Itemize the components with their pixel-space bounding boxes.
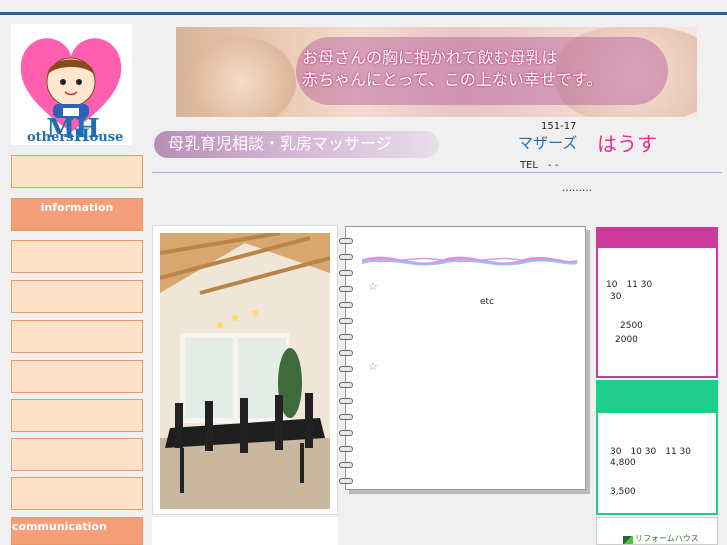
spiral-ring: [339, 334, 353, 340]
sidebar-item-label: communication: [12, 520, 107, 533]
green-line-1: 30 10 30 11 30: [610, 447, 691, 457]
site-logo[interactable]: MH othersHouse: [11, 24, 132, 146]
reform-house-icon: [623, 536, 633, 544]
pricing-panel-green: 30 10 30 11 30 4,800 3,500: [596, 380, 718, 515]
header-divider: [152, 172, 722, 173]
star-icon: ☆: [368, 360, 378, 373]
phone-number: TEL - -: [520, 160, 559, 171]
sidebar-item-8[interactable]: [11, 438, 143, 471]
ribbon-decoration: [362, 256, 578, 266]
spiral-ring: [339, 414, 353, 420]
green-line-3: 3,500: [610, 487, 636, 497]
spiral-ring: [339, 238, 353, 244]
spiral-ring: [339, 350, 353, 356]
star-icon: ☆: [368, 280, 378, 293]
sidebar-item-communication[interactable]: communication: [11, 517, 143, 545]
pink-line-3: 2500: [620, 321, 643, 331]
pricing-panel-pink: 10 11 30 30 2500 2000: [596, 227, 718, 378]
brand-name-hiragana: はうす: [597, 132, 657, 156]
brand-name-katakana: マザーズ: [518, 134, 578, 152]
spiral-ring: [339, 270, 353, 276]
notebook-etc-text: etc: [480, 297, 495, 307]
postal-code: 151-17: [541, 121, 577, 132]
sidebar-item-3[interactable]: [11, 240, 143, 273]
ellipsis-text: ………: [562, 183, 592, 194]
sidebar-item-4[interactable]: [11, 280, 143, 313]
pink-line-4: 2000: [615, 335, 638, 345]
spiral-ring: [339, 430, 353, 436]
sidebar-item-7[interactable]: [11, 399, 143, 432]
hero-banner: お母さんの胸に抱かれて飲む母乳は 赤ちゃんにとって、この上ない幸せです。: [176, 27, 697, 117]
sidebar-item-9[interactable]: [11, 477, 143, 510]
spiral-ring: [339, 302, 353, 308]
banner-caption: お母さんの胸に抱かれて飲む母乳は 赤ちゃんにとって、この上ない幸せです。: [302, 47, 662, 91]
spiral-ring: [339, 254, 353, 260]
sidebar-item-6[interactable]: [11, 360, 143, 393]
green-panel-header: [598, 382, 716, 413]
spiral-ring: [339, 446, 353, 452]
pink-line-2: 30: [610, 292, 622, 302]
photo-caption-box: [152, 517, 338, 545]
spiral-ring: [339, 382, 353, 388]
logo-subtext: othersHouse: [27, 126, 124, 146]
notebook-page: ☆ etc ☆: [345, 226, 586, 490]
green-line-2: 4,800: [610, 458, 636, 468]
sidebar-item-5[interactable]: [11, 320, 143, 353]
dining-room-photo: [160, 233, 330, 509]
banner-photo-mother: [186, 37, 296, 117]
spiral-ring: [339, 478, 353, 484]
spiral-ring: [339, 286, 353, 292]
reform-house-label: リフォームハウス: [635, 534, 699, 543]
banner-caption-line2: 赤ちゃんにとって、この上ない幸せです。: [302, 70, 603, 89]
sidebar-item-information[interactable]: information: [11, 198, 143, 231]
pink-panel-header: [598, 229, 716, 248]
sidebar-item-label: information: [40, 201, 114, 214]
pink-line-1: 10 11 30: [606, 280, 653, 290]
spiral-ring: [339, 398, 353, 404]
room-photo-frame: [152, 225, 338, 515]
banner-caption-line1: お母さんの胸に抱かれて飲む母乳は: [302, 48, 558, 67]
logo-ouse: ouse: [89, 130, 124, 145]
sidebar-item-1[interactable]: [11, 155, 143, 188]
top-rule: [0, 12, 727, 15]
spiral-ring: [339, 462, 353, 468]
spiral-ring: [339, 366, 353, 372]
notebook-panel: ☆ etc ☆: [339, 226, 590, 494]
page-subtitle: 母乳育児相談・乳房マッサージ: [168, 134, 392, 153]
spiral-ring: [339, 318, 353, 324]
reform-house-banner[interactable]: リフォームハウス: [596, 517, 718, 545]
logo-others: others: [27, 130, 74, 145]
